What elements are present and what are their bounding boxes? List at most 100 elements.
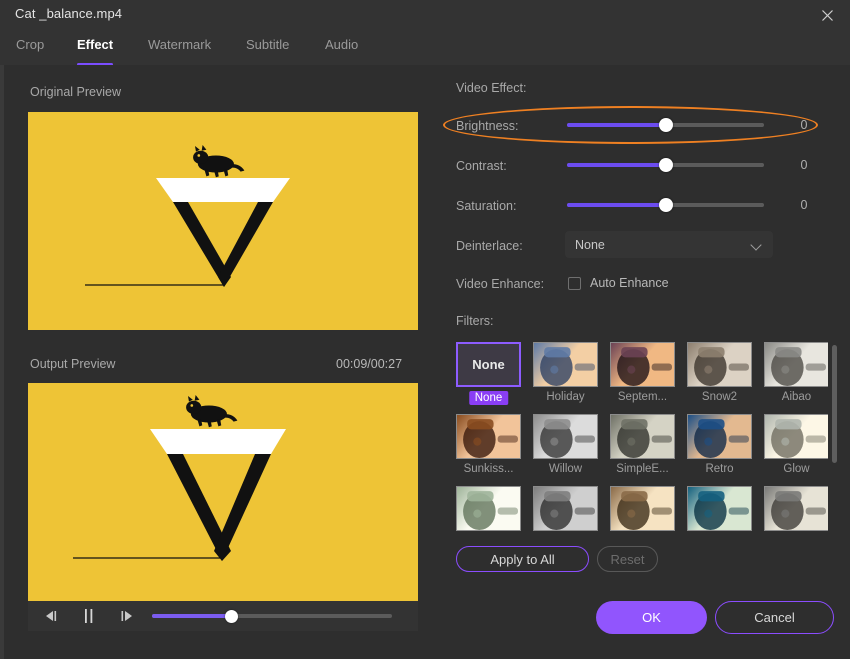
filter-item[interactable]: Septem... [610, 342, 675, 403]
filter-preview-image [457, 487, 520, 530]
filter-thumbnail[interactable] [533, 486, 598, 531]
filter-thumbnail[interactable] [533, 414, 598, 459]
tab-audio[interactable]: Audio [325, 37, 358, 61]
saturation-slider[interactable] [567, 198, 764, 212]
saturation-value: 0 [800, 198, 808, 212]
next-frame-icon[interactable] [114, 604, 140, 628]
ok-label: OK [642, 610, 661, 625]
filter-thumbnail[interactable] [687, 486, 752, 531]
filter-preview-image [534, 415, 597, 458]
filter-thumbnail[interactable] [456, 486, 521, 531]
filter-item[interactable]: None None [456, 342, 521, 410]
filter-item[interactable]: Glow [764, 414, 828, 475]
filter-preview-image [457, 415, 520, 458]
filter-preview-image [688, 415, 751, 458]
filter-item[interactable]: Sunkiss... [456, 414, 521, 475]
chevron-down-icon [751, 239, 763, 251]
original-preview-graphic [28, 112, 418, 330]
close-icon[interactable] [812, 2, 842, 28]
filter-name: Septem... [617, 391, 668, 403]
filter-item[interactable] [533, 486, 598, 531]
filter-name: Glow [783, 463, 810, 475]
cancel-button[interactable]: Cancel [715, 601, 834, 634]
title-bar: Cat _balance.mp4 [0, 0, 850, 30]
contrast-label: Contrast: [456, 159, 507, 173]
filter-name: Sunkiss... [463, 463, 514, 475]
filters-grid[interactable]: None None Holiday Septem... Snow2 Aibao Sunkis… [456, 342, 828, 540]
filter-name: None [468, 391, 509, 405]
auto-enhance-checkbox[interactable]: Auto Enhance [568, 276, 669, 290]
filter-item[interactable] [764, 486, 828, 531]
tab-bar: Crop Effect Watermark Subtitle Audio [0, 30, 850, 66]
window-title: Cat _balance.mp4 [15, 6, 123, 21]
filter-item[interactable]: Willow [533, 414, 598, 475]
filter-item[interactable] [456, 486, 521, 531]
filter-item[interactable]: Retro [687, 414, 752, 475]
filter-preview-image [765, 415, 828, 458]
filter-name: Holiday [546, 391, 585, 403]
brightness-slider[interactable] [567, 118, 764, 132]
original-preview-frame [28, 112, 418, 330]
filter-name: Retro [705, 463, 734, 475]
filter-preview-image [688, 487, 751, 530]
reset-label: Reset [610, 551, 645, 567]
tab-effect[interactable]: Effect [77, 37, 114, 66]
filter-preview-image [534, 487, 597, 530]
cancel-label: Cancel [754, 610, 795, 625]
filter-item[interactable]: SimpleE... [610, 414, 675, 475]
filter-thumbnail[interactable] [764, 414, 828, 459]
filter-item[interactable] [610, 486, 675, 531]
filter-item[interactable]: Aibao [764, 342, 828, 403]
saturation-slider-thumb[interactable] [658, 198, 673, 212]
filter-thumbnail[interactable] [764, 486, 828, 531]
filter-thumbnail[interactable] [610, 342, 675, 387]
filters-scrollbar[interactable] [832, 345, 837, 535]
tab-crop[interactable]: Crop [16, 37, 44, 61]
filter-item[interactable]: Holiday [533, 342, 598, 403]
tab-subtitle[interactable]: Subtitle [246, 37, 289, 61]
filter-none-text: None [472, 357, 505, 372]
player-controls [28, 601, 418, 631]
filter-thumbnail[interactable] [456, 414, 521, 459]
filter-item[interactable] [687, 486, 752, 531]
filter-preview-image [611, 487, 674, 530]
original-preview-label: Original Preview [30, 85, 122, 99]
filter-thumbnail[interactable]: None [456, 342, 521, 387]
tab-effect-label: Effect [77, 37, 114, 52]
saturation-slider-fill [567, 203, 666, 207]
brightness-value: 0 [800, 118, 808, 132]
effect-dialog: Cat _balance.mp4 Crop Effect Watermark S… [0, 0, 850, 659]
apply-to-all-button[interactable]: Apply to All [456, 546, 589, 572]
filter-thumbnail[interactable] [610, 414, 675, 459]
filter-item[interactable]: Snow2 [687, 342, 752, 403]
checkbox-box-icon [568, 276, 581, 290]
brightness-label: Brightness: [456, 119, 519, 133]
contrast-slider-thumb[interactable] [658, 158, 673, 172]
playback-progress-thumb[interactable] [224, 609, 238, 623]
brightness-slider-thumb[interactable] [658, 118, 673, 132]
deinterlace-select[interactable]: None [565, 231, 773, 258]
filter-thumbnail[interactable] [687, 414, 752, 459]
pause-icon[interactable] [76, 604, 102, 628]
filter-thumbnail[interactable] [610, 486, 675, 531]
saturation-label: Saturation: [456, 199, 517, 213]
ok-button[interactable]: OK [596, 601, 707, 634]
contrast-slider[interactable] [567, 158, 764, 172]
filters-label: Filters: [456, 314, 494, 328]
output-preview-frame [28, 383, 418, 601]
playback-progress-slider[interactable] [152, 609, 392, 623]
previous-frame-icon[interactable] [38, 604, 64, 628]
filter-thumbnail[interactable] [687, 342, 752, 387]
output-preview-label: Output Preview [30, 357, 116, 371]
tab-watermark[interactable]: Watermark [148, 37, 211, 61]
output-preview-graphic [28, 383, 418, 601]
auto-enhance-label: Auto Enhance [590, 276, 669, 290]
brightness-slider-fill [567, 123, 666, 127]
filter-name: Snow2 [701, 391, 738, 403]
filter-thumbnail[interactable] [533, 342, 598, 387]
filter-thumbnail[interactable] [764, 342, 828, 387]
filter-name: Aibao [781, 391, 812, 403]
filter-name: SimpleE... [616, 463, 669, 475]
filter-preview-image [765, 343, 828, 386]
filters-scrollbar-thumb[interactable] [832, 345, 837, 463]
